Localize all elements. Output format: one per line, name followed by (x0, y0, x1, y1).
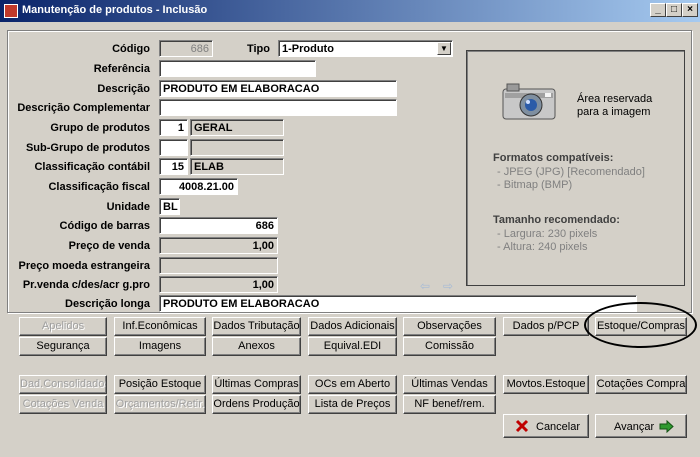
preco-venda-field: 1,00 (159, 237, 278, 254)
codigo-field[interactable]: 686 (159, 40, 213, 57)
tipo-select[interactable]: 1-Produto ▼ (278, 40, 453, 57)
tipo-select-value: 1-Produto (282, 43, 334, 55)
codigo-barras-label: Código de barras (59, 220, 150, 232)
tab-dados-pcp[interactable]: Dados p/PCP (503, 317, 589, 336)
reserved-line1: Área reservada (577, 93, 653, 105)
app-icon (4, 4, 18, 18)
grupo-name-field: GERAL (190, 119, 284, 136)
cancel-label: Cancelar (536, 421, 581, 433)
arrow-right-icon (659, 420, 674, 433)
nf-benef-rem-button[interactable]: NF benef/rem. (403, 395, 496, 414)
tab-comissao[interactable]: Comissão (403, 337, 496, 356)
chevron-down-icon[interactable]: ▼ (437, 42, 451, 55)
tab-anexos[interactable]: Anexos (212, 337, 301, 356)
pr-venda-cdes-field: 1,00 (159, 276, 278, 293)
tipo-label: Tipo (246, 43, 270, 55)
tab-dados-adicionais[interactable]: Dados Adicionais (308, 317, 397, 336)
camera-icon (502, 83, 556, 120)
next-button[interactable]: Avançar (595, 414, 687, 438)
subgrupo-code-input[interactable] (159, 139, 188, 156)
grupo-code-input[interactable]: 1 (159, 119, 188, 136)
cancel-x-icon (515, 419, 529, 433)
descricao-label: Descrição (97, 83, 150, 95)
maximize-button[interactable]: □ (666, 3, 682, 17)
size-title: Tamanho recomendado: (493, 214, 620, 226)
tab-dados-tributacao[interactable]: Dados Tributação (212, 317, 301, 336)
arrow-left-icon[interactable]: ⇦ (420, 280, 434, 292)
grupo-label: Grupo de produtos (50, 122, 150, 134)
minimize-button[interactable]: _ (650, 3, 666, 17)
reserved-line2: para a imagem (577, 106, 651, 118)
image-panel[interactable]: Área reservada para a imagem Formatos co… (466, 50, 685, 286)
window-title: Manutenção de produtos - Inclusão (22, 4, 208, 16)
unidade-input[interactable]: BL (159, 198, 180, 215)
descricao-complementar-input[interactable] (159, 99, 397, 116)
preco-moeda-estrangeira-label: Preço moeda estrangeira (18, 260, 150, 272)
orcamentos-retir-button[interactable]: Orçamentos/Retir. (114, 395, 206, 414)
referencia-input[interactable] (159, 60, 316, 77)
tab-observacoes[interactable]: Observações (403, 317, 496, 336)
title-bar: Manutenção de produtos - Inclusão _ □ × (0, 0, 700, 22)
descricao-complementar-label: Descrição Complementar (17, 102, 150, 114)
tab-estoque-compras[interactable]: Estoque/Compras (595, 317, 687, 336)
next-label: Avançar (614, 421, 655, 433)
cancel-button[interactable]: Cancelar (503, 414, 589, 438)
close-button[interactable]: × (682, 3, 698, 17)
format-bmp: - Bitmap (BMP) (497, 179, 573, 191)
cotacoes-venda-button[interactable]: Cotações Venda (19, 395, 107, 414)
descricao-longa-label: Descrição longa (65, 298, 150, 310)
subgrupo-name-field (190, 139, 284, 156)
tab-apelidos[interactable]: Apelidos (19, 317, 107, 336)
ocs-em-aberto-button[interactable]: OCs em Aberto (308, 375, 397, 394)
size-height: - Altura: 240 pixels (497, 241, 588, 253)
posicao-estoque-button[interactable]: Posição Estoque (114, 375, 206, 394)
arrow-right-icon[interactable]: ⇨ (443, 280, 457, 292)
classificacao-contabil-name-field: ELAB (190, 158, 284, 175)
classificacao-fiscal-input[interactable]: 4008.21.00 (159, 178, 238, 195)
unidade-label: Unidade (106, 201, 150, 213)
ultimas-compras-button[interactable]: Últimas Compras (212, 375, 301, 394)
formats-title: Formatos compatíveis: (493, 152, 614, 164)
size-width: - Largura: 230 pixels (497, 228, 598, 240)
tab-equival-edi[interactable]: Equival.EDI (308, 337, 397, 356)
descricao-input[interactable]: PRODUTO EM ELABORACAO (159, 80, 397, 97)
codigo-label: Código (112, 43, 150, 55)
classificacao-fiscal-label: Classificação fiscal (48, 181, 150, 193)
tab-seguranca[interactable]: Segurança (19, 337, 107, 356)
lista-de-precos-button[interactable]: Lista de Preços (308, 395, 397, 414)
pr-venda-cdes-label: Pr.venda c/des/acr g.pro (22, 279, 150, 291)
classificacao-contabil-code-input[interactable]: 15 (159, 158, 188, 175)
dad-consolidados-button[interactable]: Dad.Consolidados (19, 375, 107, 394)
ordens-producao-button[interactable]: Ordens Produção (212, 395, 301, 414)
descricao-longa-input[interactable]: PRODUTO EM ELABORACAO (159, 295, 637, 312)
preco-moeda-estrangeira-field (159, 257, 278, 274)
tab-imagens[interactable]: Imagens (114, 337, 206, 356)
preco-venda-label: Preço de venda (68, 240, 150, 252)
ultimas-vendas-button[interactable]: Últimas Vendas (403, 375, 496, 394)
tab-inf-economicas[interactable]: Inf.Econômicas (114, 317, 206, 336)
referencia-label: Referência (93, 63, 150, 75)
movtos-estoque-button[interactable]: Movtos.Estoque (503, 375, 589, 394)
classificacao-contabil-label: Classificação contábil (34, 161, 150, 173)
format-jpeg: - JPEG (JPG) [Recomendado] (497, 166, 645, 178)
cotacoes-compra-button[interactable]: Cotações Compra (595, 375, 687, 394)
subgrupo-label: Sub-Grupo de produtos (25, 142, 150, 154)
codigo-barras-input[interactable]: 686 (159, 217, 278, 234)
